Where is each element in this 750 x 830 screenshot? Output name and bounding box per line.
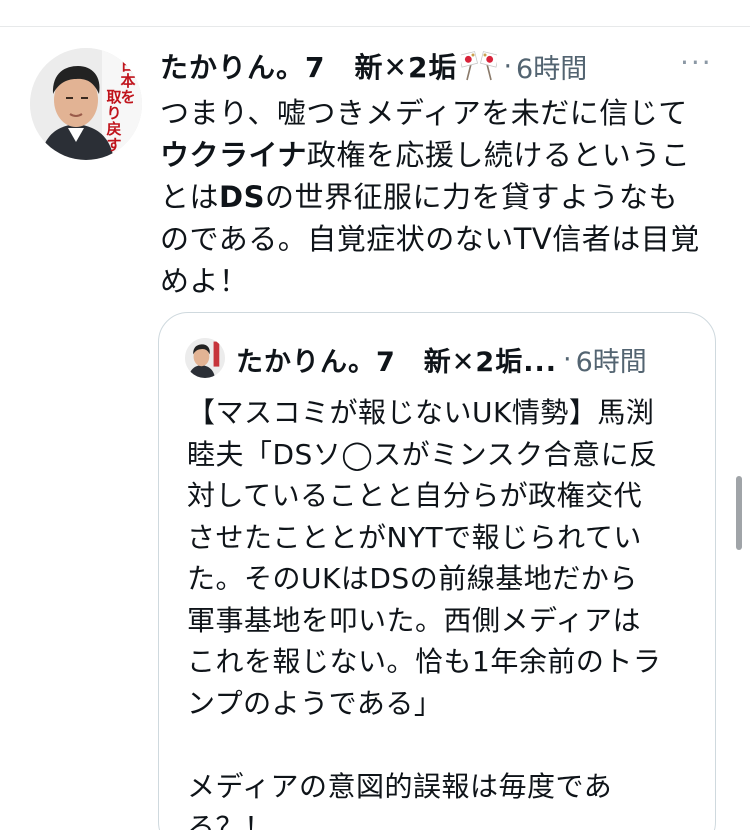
tweet-line-bold: ウクライナ [160, 138, 307, 172]
tweet-line-start: とは [160, 180, 220, 214]
quote-author-name[interactable]: たかりん。7 新✕2垢... [236, 340, 557, 379]
tweet-header: たかりん。7 新✕2垢 · 6時間 [160, 44, 587, 88]
quote-line: 【マスコミが報じないUK情勢】馬渕 [187, 396, 655, 429]
separator-dot: · [503, 50, 513, 82]
tweet-line-rest: 政権を応援し続けるというこ [306, 138, 691, 172]
tweet-line: のである。自覚症状のないTV信者は目覚 [160, 222, 700, 256]
quote-header: たかりん。7 新✕2垢... · 6時間 [236, 338, 647, 380]
tweet-line: つまり、嘘つきメディアを未だに信じて [160, 96, 688, 130]
tweet-text: つまり、嘘つきメディアを未だに信じて ウクライナ政権を応援し続けるというこ とは… [160, 92, 730, 302]
quote-line: させたこととがNYTで報じられてい [187, 520, 642, 554]
timestamp[interactable]: 6時間 [516, 47, 587, 86]
avatar-portrait-icon [185, 338, 225, 378]
quote-text: 【マスコミが報じないUK情勢】馬渕 睦夫「DSソ◯スがミンスク合意に反 対してい… [187, 392, 692, 830]
quote-line: 対していることと自分らが政権交代 [187, 479, 643, 512]
quote-line: 軍事基地を叩いた。西側メディアは [187, 603, 642, 637]
top-divider [0, 26, 750, 27]
crossed-japan-flags-icon [459, 50, 500, 82]
svg-text:を: を [120, 88, 135, 106]
quote-timestamp[interactable]: 6時間 [576, 340, 647, 379]
avatar-portrait-icon: 日 本 を 取 り 戻 す [30, 48, 142, 160]
quote-line: た。そのUKはDSの前線基地だから [187, 562, 638, 595]
separator-dot: · [562, 343, 572, 375]
avatar[interactable]: 日 本 を 取 り 戻 す [30, 48, 142, 160]
tweet-line-bold: DS [219, 180, 265, 214]
quote-avatar[interactable] [185, 338, 225, 378]
quote-line: 睦夫「DSソ◯スがミンスク合意に反 [187, 437, 658, 471]
quote-line: ンプのようである」 [187, 686, 443, 720]
more-dots-icon[interactable]: ··· [680, 46, 713, 79]
tweet-line: とはDSの世界征服に力を貸すようなも [160, 176, 730, 218]
tweet-line: ウクライナ政権を応援し続けるというこ [160, 134, 730, 176]
svg-text:す: す [106, 136, 121, 154]
scrollbar[interactable] [736, 476, 742, 550]
quote-line: メディアの意図的誤報は毎度であ [187, 769, 613, 803]
tweet-line: めよ！ [160, 264, 249, 298]
quote-line: これを報じない。恰も1年余前のトラ [187, 645, 662, 678]
author-name[interactable]: たかりん。7 新✕2垢 [160, 46, 457, 86]
quote-line [187, 724, 692, 766]
quote-line: る？！ [187, 811, 273, 830]
tweet-line-rest: の世界征服に力を貸すようなも [264, 180, 678, 214]
